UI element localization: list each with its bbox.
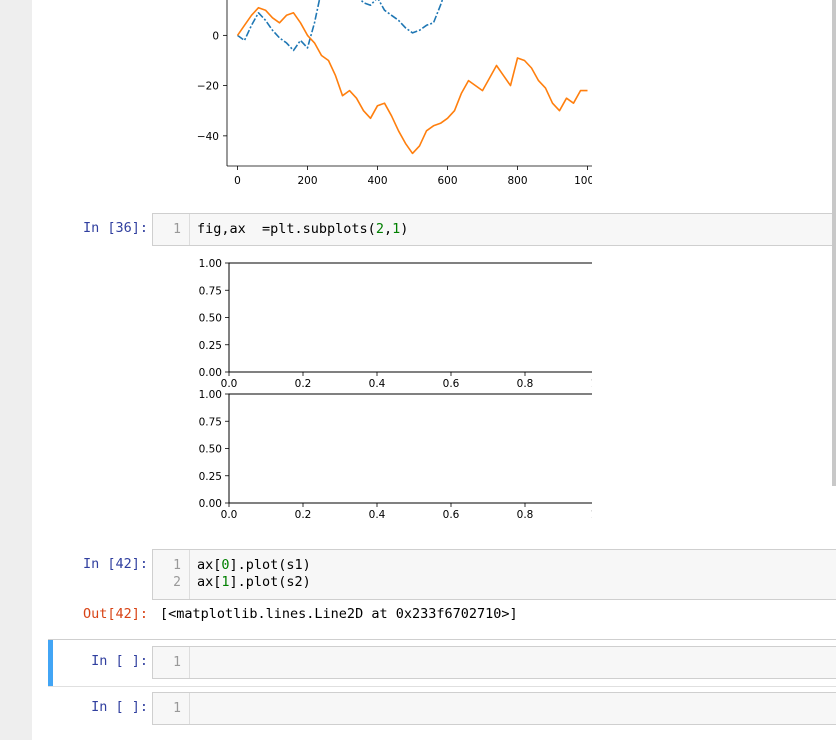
cell-prompt: In [42]:: [82, 556, 148, 572]
line-number: 1: [173, 655, 181, 670]
x-tick-label: 400: [367, 175, 387, 187]
line-number-gutter: 1: [153, 693, 190, 724]
x-tick-label: 1000: [574, 175, 592, 187]
cell-prompt: In [ ]:: [91, 699, 148, 715]
y-tick-label: 0.00: [199, 367, 222, 379]
line-plot-output: 02004006008001000200−20−40: [197, 0, 592, 187]
line-number: 1: [173, 558, 181, 573]
code-number: 1: [392, 221, 401, 237]
x-tick-label: 0.4: [369, 509, 386, 521]
code-cell-editor[interactable]: 1 2 ax[0].plot(s1) ax[1].plot(s2): [152, 549, 836, 600]
x-tick-label: 0.8: [517, 509, 534, 521]
y-tick-label: 0.75: [199, 416, 222, 428]
code-cell-editor[interactable]: 1 fig,ax =plt.subplots(2,1): [152, 213, 836, 246]
y-tick-label: 0.50: [199, 444, 222, 456]
x-tick-label: 0.2: [295, 509, 312, 521]
line-number: 2: [173, 575, 181, 590]
y-tick-label: 0.75: [199, 285, 222, 297]
line-number: 1: [173, 701, 181, 716]
y-tick-label: 1.00: [199, 389, 222, 401]
code-text: ax[: [197, 557, 222, 573]
output-prompt: Out[42]:: [82, 606, 148, 622]
line-number-gutter: 1 2: [153, 550, 190, 599]
x-tick-label: 0.6: [443, 509, 460, 521]
x-tick-label: 0.0: [221, 509, 238, 521]
axes-frame: [228, 393, 592, 504]
code-text: ].plot(s1): [229, 557, 311, 573]
cell-prompt: In [36]:: [82, 220, 148, 236]
code-text: fig,ax =plt.subplots(: [197, 221, 376, 237]
cell-prompt: In [ ]:: [91, 653, 148, 669]
y-tick-label: 0.50: [199, 313, 222, 325]
code-line[interactable]: ax[0].plot(s1): [197, 557, 311, 573]
code-text: ,: [383, 221, 393, 237]
code-number: 1: [221, 574, 230, 590]
y-tick-label: −40: [197, 131, 219, 143]
y-tick-label: −20: [197, 81, 219, 93]
series-line-1: [237, 0, 444, 52]
code-number: 0: [221, 557, 230, 573]
code-number: 2: [375, 221, 384, 237]
code-line[interactable]: ax[1].plot(s2): [197, 574, 311, 590]
y-tick-label: 0.25: [199, 471, 222, 483]
x-tick-label: 600: [437, 175, 457, 187]
y-tick-label: 0.25: [199, 340, 222, 352]
cell-output-text: [<matplotlib.lines.Line2D at 0x233f67027…: [160, 606, 518, 622]
code-cell-editor[interactable]: 1: [152, 646, 836, 679]
code-text: ].plot(s2): [229, 574, 311, 590]
scrollbar-thumb[interactable]: [832, 0, 836, 486]
code-text: ): [400, 221, 409, 237]
axes-frame: [228, 262, 592, 373]
line-number-gutter: 1: [153, 647, 190, 678]
y-tick-label: 0: [212, 30, 219, 42]
y-tick-label: 1.00: [199, 258, 222, 270]
x-tick-label: 200: [297, 175, 317, 187]
code-text: ax[: [197, 574, 222, 590]
empty-subplot-bottom: 0.0 0.2 0.4 0.6 0.8 1.0 0.00 0.25 0.50 0.75 1.00: [199, 389, 592, 521]
notebook-container: 02004006008001000200−20−40 In [36]: 1 fi…: [32, 0, 836, 740]
empty-subplot-top: 0.00.20.40.60.81.00.000.250.500.751.00: [199, 258, 592, 390]
x-tick-label: 800: [507, 175, 527, 187]
code-cell-editor[interactable]: 1: [152, 692, 836, 725]
series-line-2: [236, 6, 588, 155]
code-line[interactable]: fig,ax =plt.subplots(2,1): [197, 221, 408, 237]
x-tick-label: 1.0: [591, 509, 592, 521]
y-tick-label: 0.00: [199, 498, 222, 510]
x-tick-label: 0: [234, 175, 241, 187]
line-number: 1: [173, 222, 181, 237]
line-number-gutter: 1: [153, 214, 190, 245]
